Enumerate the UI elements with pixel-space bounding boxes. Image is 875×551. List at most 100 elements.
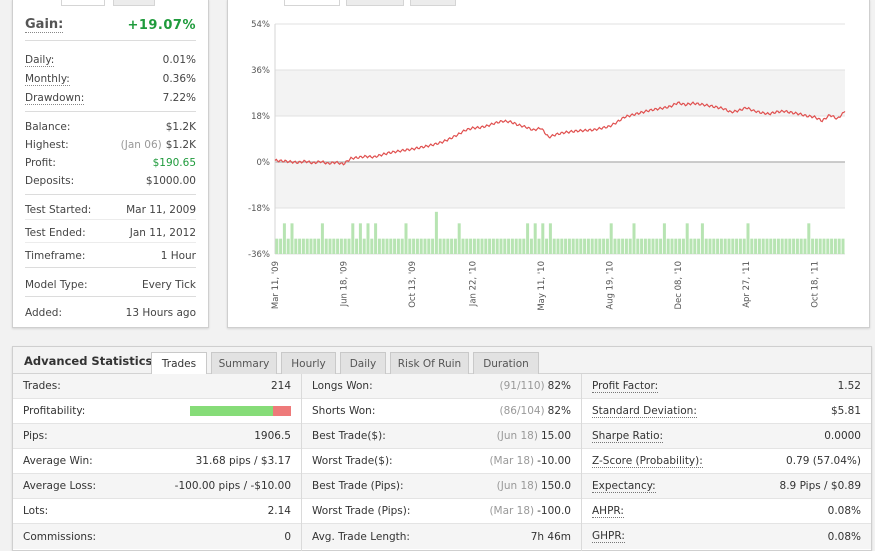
expectancy-value: 8.9 Pips / $0.89 (779, 480, 861, 492)
trade-bar (324, 238, 328, 254)
tab-trades[interactable]: Trades (151, 352, 207, 375)
ghpr-label[interactable]: GHPR: (592, 530, 625, 543)
sharpe-ratio-label[interactable]: Sharpe Ratio: (592, 430, 664, 443)
tab-summary[interactable]: Summary (211, 352, 277, 375)
trade-bar (328, 238, 332, 254)
standard-deviation-label[interactable]: Standard Deviation: (592, 405, 697, 418)
trade-bar (370, 238, 374, 254)
standard-deviation-value: $5.81 (830, 405, 861, 417)
trade-bar (769, 238, 773, 254)
trade-bar (377, 238, 381, 254)
tab-daily-label: Daily (349, 358, 377, 370)
trade-bar (351, 223, 355, 254)
tab-daily[interactable]: Daily (340, 352, 386, 375)
growth-chart-panel: 54% 36% 18% 0% -18% -36% Mar 11, '09 Jun 18, '… (227, 0, 870, 328)
profit-factor-label[interactable]: Profit Factor: (592, 380, 659, 393)
trade-bar (514, 238, 518, 254)
best-trade-dollar-value-group: (Jun 18) 15.00 (497, 430, 571, 442)
x-tick-label: Aug 19, '10 (605, 261, 615, 310)
x-tick-label: Jan 22, '10 (469, 261, 479, 307)
ahpr-label[interactable]: AHPR: (592, 505, 624, 518)
trade-bar (313, 238, 317, 254)
monthly-label[interactable]: Monthly: (25, 73, 70, 86)
best-trade-dollar-value: 15.00 (540, 430, 571, 442)
trade-bar (282, 223, 286, 254)
trade-bar (590, 238, 594, 254)
profit-value: $190.65 (152, 157, 196, 169)
tab-duration[interactable]: Duration (473, 352, 539, 375)
trade-bar (811, 238, 815, 254)
worst-trade-dollar-value: -10.00 (537, 455, 571, 467)
best-worst-stats-column: Longs Won: (91/110) 82% Shorts Won: (86/1… (302, 374, 581, 551)
balance-value: $1.2K (165, 121, 196, 133)
profit-label: Profit: (25, 157, 56, 169)
trade-bar (651, 238, 655, 254)
trade-bar (465, 238, 469, 254)
trade-bar (826, 238, 830, 254)
growth-chart[interactable]: 54% 36% 18% 0% -18% -36% Mar 11, '09 Jun 18, '… (228, 0, 871, 329)
trade-bar (431, 238, 435, 254)
trade-bar (841, 238, 845, 254)
best-trade-dollar-label: Best Trade($): (312, 430, 386, 442)
profitability-bar[interactable] (190, 406, 291, 416)
tab-hourly[interactable]: Hourly (281, 352, 336, 375)
divider (25, 194, 196, 195)
trade-bar (290, 223, 294, 254)
summary-tab-top-2[interactable] (113, 0, 155, 6)
highest-value: $1.2K (165, 139, 196, 151)
trade-bar (438, 238, 442, 254)
trade-bar (681, 238, 685, 254)
trade-bar (472, 238, 476, 254)
drawdown-label[interactable]: Drawdown: (25, 92, 85, 105)
trade-bar (716, 238, 720, 254)
trade-bar (773, 238, 777, 254)
trade-bar (453, 238, 457, 254)
test-started-value: Mar 11, 2009 (126, 204, 196, 216)
best-trade-pips-label: Best Trade (Pips): (312, 480, 404, 492)
trade-bar (309, 238, 313, 254)
profitability-label: Profitability: (23, 405, 86, 417)
daily-label[interactable]: Daily: (25, 54, 55, 67)
test-started-row: Test Started: Mar 11, 2009 (25, 202, 196, 218)
trade-bar (461, 238, 465, 254)
model-type-label: Model Type: (25, 279, 88, 291)
stat-row-worst-trade-pips: Worst Trade (Pips): (Mar 18) -100.0 (302, 499, 581, 524)
tab-risk-of-ruin[interactable]: Risk Of Ruin (390, 352, 469, 375)
profit-factor-value: 1.52 (837, 380, 861, 392)
summary-panel: Gain: +19.07% Daily: 0.01% Monthly: 0.36… (12, 0, 209, 328)
shorts-won-label: Shorts Won: (312, 405, 376, 417)
timeframe-label: Timeframe: (25, 250, 86, 262)
trade-bar (700, 223, 704, 254)
trade-bar (670, 238, 674, 254)
average-loss-value: -100.00 pips / -$10.00 (174, 480, 291, 492)
gain-label[interactable]: Gain: (25, 17, 64, 33)
summary-tab-top[interactable] (61, 0, 105, 6)
test-ended-value: Jan 11, 2012 (129, 227, 196, 239)
trade-bar (415, 238, 419, 254)
advanced-statistics-panel: Advanced Statistics Trades Summary Hourl… (12, 346, 872, 551)
added-label: Added: (25, 307, 62, 319)
trade-bar (564, 238, 568, 254)
stat-row-longs-won: Longs Won: (91/110) 82% (302, 374, 581, 399)
z-score-label[interactable]: Z-Score (Probability): (592, 455, 703, 468)
stat-row-commissions: Commissions: 0 (13, 524, 301, 549)
grid-band (275, 70, 845, 116)
trade-bar (389, 238, 393, 254)
commissions-value: 0 (284, 530, 291, 543)
trade-bar (719, 238, 723, 254)
worst-trade-pips-value-group: (Mar 18) -100.0 (489, 505, 571, 517)
trade-bar (301, 238, 305, 254)
stat-row-profit-factor: Profit Factor: 1.52 (582, 374, 871, 399)
trade-bar (655, 238, 659, 254)
expectancy-label[interactable]: Expectancy: (592, 480, 656, 493)
trade-bar (712, 238, 716, 254)
stat-row-lots: Lots: 2.14 (13, 499, 301, 524)
trade-bar (347, 238, 351, 254)
trade-bar (643, 238, 647, 254)
trade-bar (799, 238, 803, 254)
trade-bar (358, 223, 362, 254)
stat-row-best-trade-pips: Best Trade (Pips): (Jun 18) 150.0 (302, 474, 581, 499)
trades-value: 214 (270, 380, 291, 392)
trade-bar (659, 238, 663, 254)
commissions-label: Commissions: (23, 530, 97, 543)
